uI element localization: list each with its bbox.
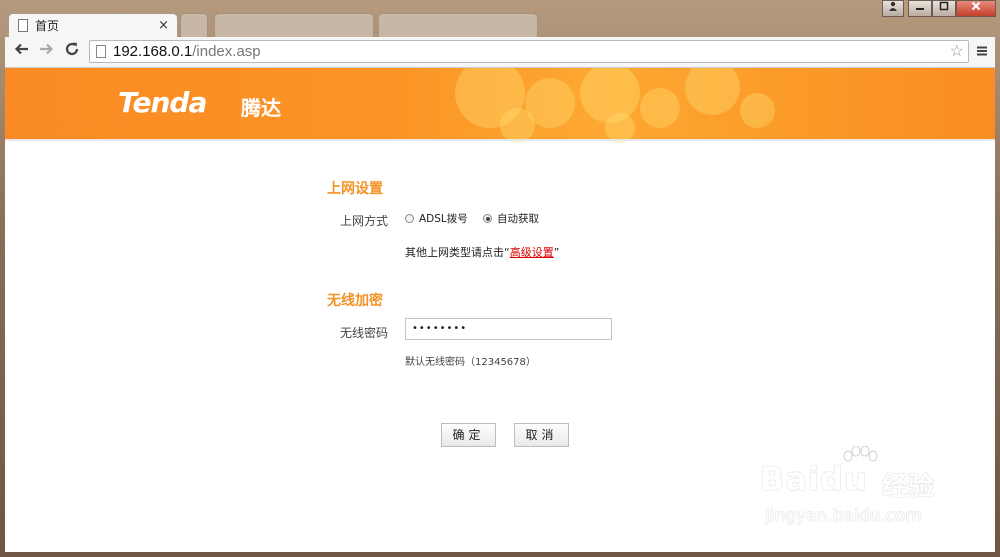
page-icon bbox=[18, 19, 28, 32]
radio-auto[interactable]: 自动获取 bbox=[483, 211, 539, 226]
confirm-button[interactable]: 确定 bbox=[441, 423, 496, 447]
radio-icon[interactable] bbox=[405, 214, 414, 223]
window-controls bbox=[908, 0, 996, 18]
reload-icon bbox=[65, 42, 79, 56]
advanced-hint: 其他上网类型请点击“高级设置” bbox=[405, 246, 560, 259]
cancel-button[interactable]: 取消 bbox=[514, 423, 569, 447]
radio-auto-label: 自动获取 bbox=[497, 213, 539, 225]
wireless-security-title: 无线加密 bbox=[327, 293, 383, 309]
arrow-left-icon bbox=[14, 43, 28, 55]
radio-selected-icon[interactable] bbox=[483, 214, 492, 223]
browser-window: 首页 × 192.168.0.1/index.asp ☆ Tenda 腾达 上网… bbox=[0, 0, 1000, 557]
divider bbox=[5, 139, 995, 141]
tab-strip: 首页 × bbox=[0, 0, 1000, 37]
baidu-url-text: jingyan.baidu.com bbox=[765, 506, 922, 526]
connection-mode-label: 上网方式 bbox=[340, 214, 389, 228]
wireless-password-input[interactable]: •••••••• bbox=[405, 318, 612, 340]
radio-adsl-label: ADSL拨号 bbox=[419, 213, 468, 225]
menu-button[interactable] bbox=[973, 42, 991, 62]
baidu-watermark: Baidu 经验 jingyan.baidu.com bbox=[760, 446, 960, 536]
baidu-logo-text: Baidu bbox=[760, 460, 868, 498]
hamburger-menu-icon bbox=[977, 46, 987, 56]
default-password-hint: 默认无线密码（12345678） bbox=[405, 357, 536, 368]
maximize-button[interactable] bbox=[932, 0, 956, 17]
radio-adsl[interactable]: ADSL拨号 bbox=[405, 211, 468, 226]
page-icon bbox=[96, 45, 106, 58]
background-tab[interactable] bbox=[214, 13, 374, 37]
reload-button[interactable] bbox=[61, 41, 83, 63]
background-tab[interactable] bbox=[378, 13, 538, 37]
address-bar[interactable]: 192.168.0.1/index.asp ☆ bbox=[89, 40, 969, 63]
user-icon bbox=[882, 0, 904, 17]
new-tab-button[interactable] bbox=[180, 13, 208, 37]
wireless-password-label: 无线密码 bbox=[340, 326, 389, 340]
baidu-jingyan-text: 经验 bbox=[882, 472, 935, 502]
advanced-settings-link[interactable]: 高级设置 bbox=[510, 246, 554, 259]
forward-button[interactable] bbox=[35, 41, 57, 63]
tenda-logo-cn: 腾达 bbox=[241, 96, 281, 120]
close-window-button[interactable] bbox=[956, 0, 996, 17]
user-profile-button[interactable] bbox=[882, 0, 904, 18]
tab-home[interactable]: 首页 × bbox=[8, 13, 178, 37]
back-button[interactable] bbox=[11, 41, 33, 63]
browser-toolbar: 192.168.0.1/index.asp ☆ bbox=[5, 37, 995, 68]
minimize-button[interactable] bbox=[908, 0, 932, 17]
star-icon[interactable]: ☆ bbox=[950, 41, 964, 62]
close-tab-icon[interactable]: × bbox=[158, 14, 169, 38]
url-text: 192.168.0.1/index.asp bbox=[113, 43, 261, 60]
internet-settings-title: 上网设置 bbox=[327, 181, 383, 197]
header-banner: Tenda 腾达 bbox=[5, 68, 995, 143]
arrow-right-icon bbox=[40, 43, 54, 55]
tenda-logo: Tenda bbox=[118, 86, 207, 119]
tab-title: 首页 bbox=[35, 19, 60, 33]
